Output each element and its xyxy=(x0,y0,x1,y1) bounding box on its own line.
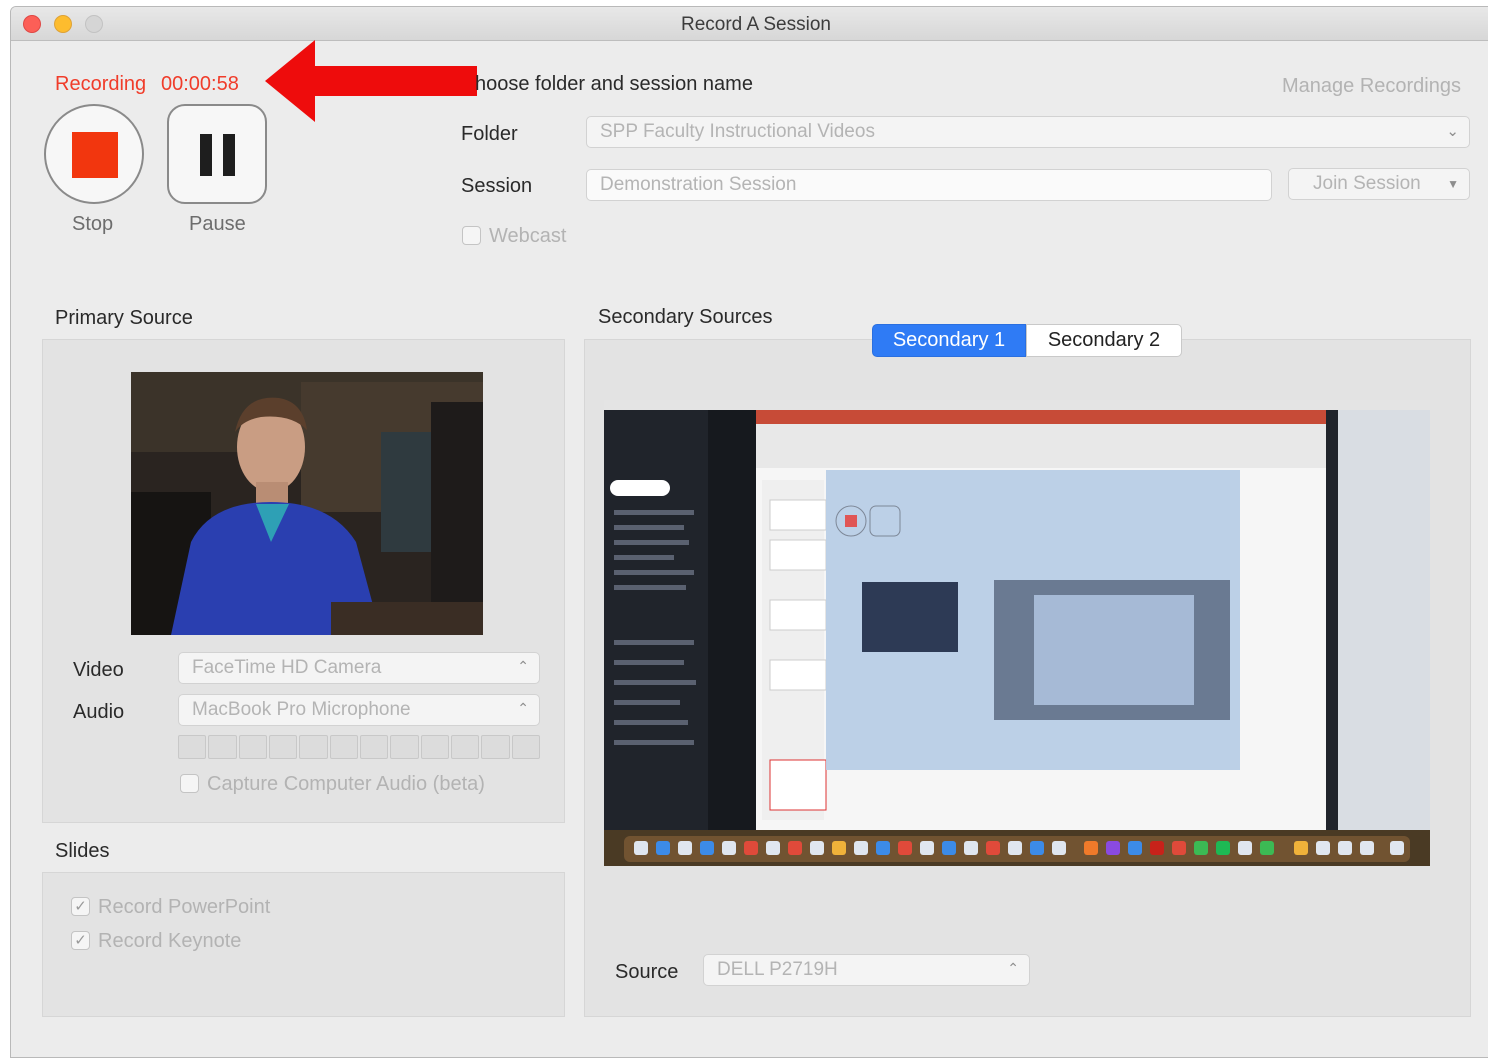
stop-label: Stop xyxy=(72,213,114,235)
join-session-label: Join Session xyxy=(1313,173,1421,194)
stop-icon xyxy=(72,132,118,178)
up-down-chevron-icon: ⌃ xyxy=(1007,960,1019,976)
session-name-input[interactable]: Demonstration Session xyxy=(586,169,1272,201)
session-label: Session xyxy=(461,175,533,197)
secondary-source-value: DELL P2719H xyxy=(717,959,838,980)
webcast-label: Webcast xyxy=(489,225,567,247)
screen-capture-preview xyxy=(604,400,1430,866)
record-keynote-label: Record Keynote xyxy=(98,930,242,952)
source-label: Source xyxy=(615,961,679,983)
audio-level-meter xyxy=(178,735,540,759)
title-bar: Record A Session xyxy=(11,7,1488,41)
capture-audio-label: Capture Computer Audio (beta) xyxy=(207,773,485,795)
record-powerpoint-checkbox[interactable]: ✓ xyxy=(71,897,90,916)
up-down-chevron-icon: ⌃ xyxy=(517,700,529,716)
session-name-value: Demonstration Session xyxy=(600,174,797,195)
video-source-value: FaceTime HD Camera xyxy=(192,657,382,678)
red-arrow-annotation xyxy=(265,40,477,122)
secondary-sources-heading: Secondary Sources xyxy=(598,306,773,328)
audio-source-value: MacBook Pro Microphone xyxy=(192,699,411,720)
folder-label: Folder xyxy=(461,123,518,145)
primary-source-heading: Primary Source xyxy=(55,307,193,329)
triangle-down-icon: ▼ xyxy=(1447,177,1459,191)
capture-audio-checkbox[interactable] xyxy=(180,774,199,793)
webcast-checkbox[interactable] xyxy=(462,226,481,245)
audio-source-select[interactable]: MacBook Pro Microphone ⌃ xyxy=(178,694,540,726)
folder-value: SPP Faculty Instructional Videos xyxy=(600,121,875,142)
stop-button[interactable] xyxy=(44,104,144,204)
manage-recordings-link[interactable]: Manage Recordings xyxy=(1282,75,1461,98)
record-keynote-checkbox[interactable]: ✓ xyxy=(71,931,90,950)
recording-timer: 00:00:58 xyxy=(161,73,239,95)
session-form-heading: hoose folder and session name xyxy=(475,73,753,95)
pause-label: Pause xyxy=(189,213,246,235)
tab-secondary-1[interactable]: Secondary 1 xyxy=(872,324,1026,357)
record-powerpoint-label: Record PowerPoint xyxy=(98,896,271,918)
video-label: Video xyxy=(73,659,124,681)
camera-preview xyxy=(131,372,483,635)
up-down-chevron-icon: ⌃ xyxy=(517,658,529,674)
pause-button[interactable] xyxy=(167,104,267,204)
window-title: Record A Session xyxy=(681,14,831,35)
secondary-source-select[interactable]: DELL P2719H ⌃ xyxy=(703,954,1030,986)
join-session-button[interactable]: Join Session ▼ xyxy=(1288,168,1470,200)
folder-select[interactable]: SPP Faculty Instructional Videos ⌄ xyxy=(586,116,1470,148)
recording-status-label: Recording xyxy=(55,73,147,95)
audio-label: Audio xyxy=(73,701,125,723)
tab-secondary-2[interactable]: Secondary 2 xyxy=(1026,324,1182,357)
video-source-select[interactable]: FaceTime HD Camera ⌃ xyxy=(178,652,540,684)
chevron-down-icon: ⌄ xyxy=(1446,123,1459,140)
slides-heading: Slides xyxy=(55,840,110,862)
